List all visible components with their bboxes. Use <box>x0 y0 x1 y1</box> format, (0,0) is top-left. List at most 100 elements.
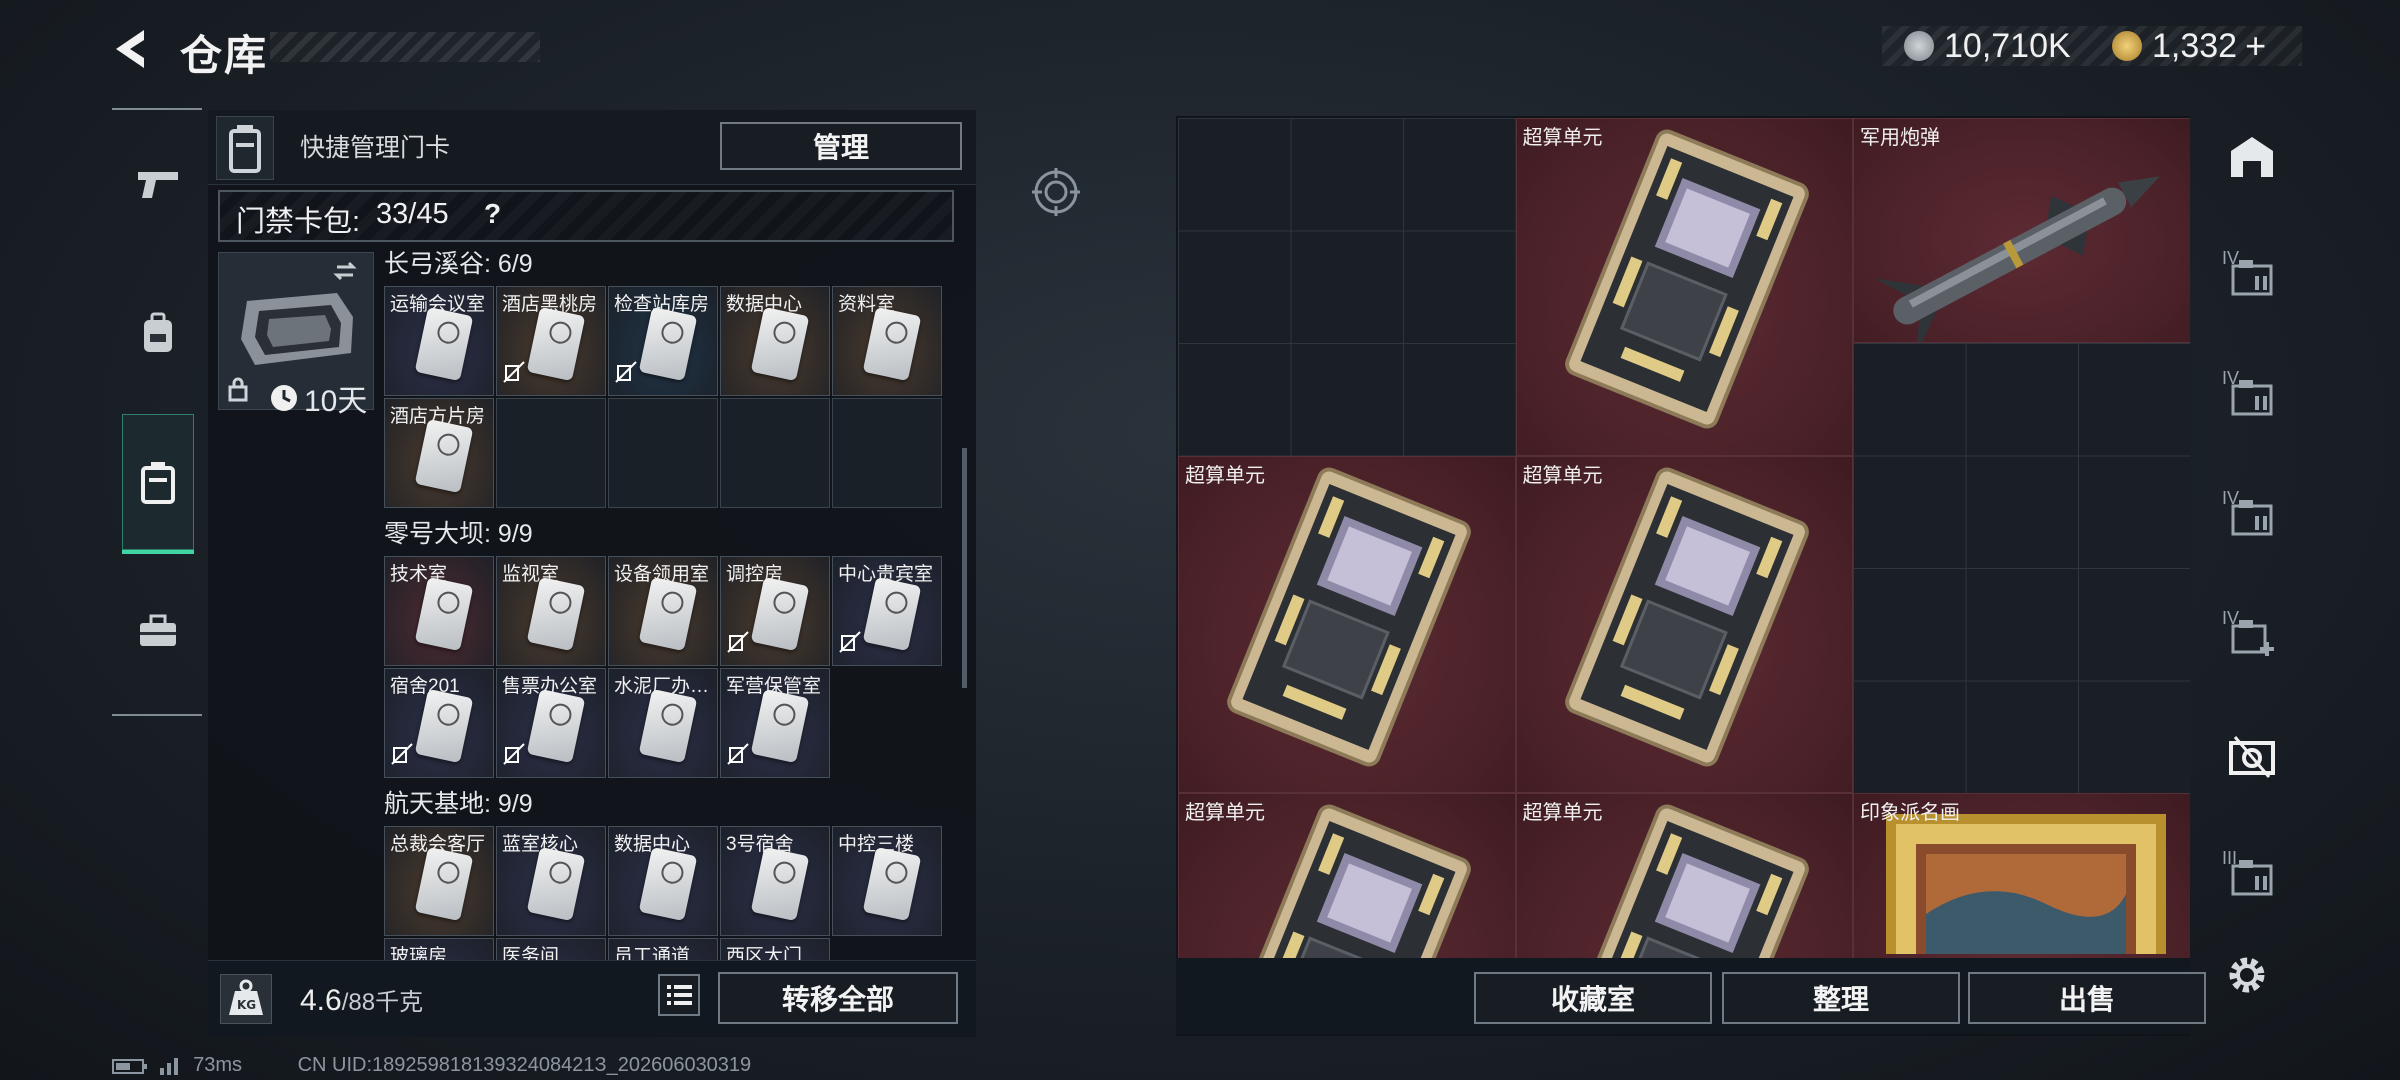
keycard-icon <box>638 576 698 652</box>
keycard-icon <box>526 688 586 764</box>
keycard-slot[interactable]: 中控三楼 <box>832 826 942 936</box>
silver-coin-icon <box>1904 31 1934 61</box>
keycard-container-slot[interactable] <box>216 116 274 180</box>
keycard-slot[interactable]: 中心贵宾室 <box>832 556 942 666</box>
keycard-icon <box>414 846 474 922</box>
tab-level: IV <box>2222 488 2240 508</box>
collection-room-button[interactable]: 收藏室 <box>1474 972 1712 1024</box>
keycard-label: 医务间 <box>502 946 560 960</box>
keycard-slot[interactable]: 检查站库房 <box>608 286 718 396</box>
list-icon <box>658 974 700 1016</box>
status-bar: 73ms CN UID:18925981813932408421З_202606… <box>112 1054 751 1077</box>
empty-keycard-slot[interactable] <box>832 398 942 508</box>
settings-button[interactable] <box>2222 950 2272 1000</box>
keycard-slot[interactable]: 总裁会客厅 <box>384 826 494 936</box>
empty-keycard-slot[interactable] <box>496 398 606 508</box>
keycard-slot[interactable]: 员工通道 <box>608 938 718 960</box>
tab-level: IV <box>2222 368 2240 388</box>
keycard-slot[interactable]: 玻璃房 <box>384 938 494 960</box>
transfer-all-button[interactable]: 转移全部 <box>718 972 958 1024</box>
keycard-slot[interactable]: 医务间 <box>496 938 606 960</box>
keycard-slot[interactable]: 监视室 <box>496 556 606 666</box>
keycard-slot[interactable]: 数据中心 <box>608 826 718 936</box>
keycard-slot[interactable]: 酒店方片房 <box>384 398 494 508</box>
stash-tabs: IV IV IV IV III <box>2212 108 2292 928</box>
weight-icon: KG <box>220 974 272 1024</box>
inspect-button[interactable] <box>1032 168 1080 216</box>
backpack-icon <box>144 312 172 352</box>
stash-tab-2[interactable]: IV <box>2212 228 2292 328</box>
help-button[interactable]: ? <box>484 198 501 230</box>
keycard-holder-icon <box>229 125 261 173</box>
keycard-icon <box>414 306 474 382</box>
stash-item[interactable]: 超算单元 <box>1178 455 1516 793</box>
keycard-slot[interactable]: 技术室 <box>384 556 494 666</box>
empty-keycard-slot[interactable] <box>720 398 830 508</box>
stash-item-label: 超算单元 <box>1185 464 1265 487</box>
keycard-icon <box>414 576 474 652</box>
keycard-holder-icon <box>141 462 175 504</box>
back-arrow-icon <box>116 30 144 68</box>
keycard-icon <box>862 846 922 922</box>
nav-weapons[interactable] <box>122 130 194 240</box>
stash-tab-5[interactable]: IV <box>2212 588 2292 688</box>
keycard-slot[interactable]: 西区大门 <box>720 938 830 960</box>
tab-level: IV <box>2222 248 2240 268</box>
no-transfer-icon <box>839 631 861 659</box>
toolbox-icon <box>140 614 176 646</box>
no-transfer-icon <box>391 743 413 771</box>
house-icon <box>2227 133 2277 184</box>
add-gold-button[interactable]: + <box>2245 25 2266 67</box>
nav-armor[interactable] <box>122 278 194 388</box>
gold-coin-icon <box>2112 31 2142 61</box>
nav-keycards[interactable] <box>122 414 194 554</box>
keycard-slot[interactable]: 酒店黑桃房 <box>496 286 606 396</box>
stash-item[interactable]: 印象派名画 <box>1853 793 2190 958</box>
lock-icon <box>228 376 248 407</box>
keycard-list-scrollbar[interactable] <box>962 448 967 688</box>
no-transfer-icon <box>727 743 749 771</box>
keycard-label: 玻璃房 <box>390 946 448 960</box>
crate-icon <box>2227 733 2277 784</box>
stash-item[interactable]: 超算单元 <box>1515 118 1853 456</box>
stash-item[interactable]: 超算单元 <box>1515 455 1853 793</box>
stash-tab-7[interactable]: III <box>2212 828 2292 928</box>
keycard-slot[interactable]: 3号宿舍 <box>720 826 830 936</box>
region-header: 航天基地: 9/9 <box>384 790 533 818</box>
stash-tab-6[interactable] <box>2212 708 2292 808</box>
keycard-icon <box>750 576 810 652</box>
stash-item[interactable]: 军用炮弹 <box>1853 118 2190 343</box>
stash-tab-4[interactable]: IV <box>2212 468 2292 568</box>
sort-button[interactable]: 整理 <box>1722 972 1960 1024</box>
keycard-slot[interactable]: 数据中心 <box>720 286 830 396</box>
keycard-icon <box>638 846 698 922</box>
sell-button[interactable]: 出售 <box>1968 972 2206 1024</box>
stash-tab-1[interactable] <box>2212 108 2292 208</box>
stash-item-label: 超算单元 <box>1522 127 1603 149</box>
keycard-slot[interactable]: 调控房 <box>720 556 830 666</box>
stash-item[interactable]: 超算单元 <box>1515 793 1853 958</box>
keycard-slot[interactable]: 宿舍201 <box>384 668 494 778</box>
keycard-slot[interactable]: 水泥厂办… <box>608 668 718 778</box>
keycard-pack-count: 33/45 <box>376 198 449 230</box>
stash-item[interactable]: 超算单元 <box>1178 793 1516 958</box>
weight-current: 4.6 <box>300 984 342 1017</box>
gold-amount: 1,332 <box>2152 26 2238 65</box>
manage-button[interactable]: 管理 <box>720 122 962 170</box>
nav-tools[interactable] <box>122 576 194 686</box>
stash-item-label: 超算单元 <box>1522 802 1603 824</box>
keycard-slot[interactable]: 运输会议室 <box>384 286 494 396</box>
keycard-icon <box>750 306 810 382</box>
keycard-slot[interactable]: 蓝室核心 <box>496 826 606 936</box>
list-view-button[interactable] <box>658 974 700 1016</box>
empty-keycard-slot[interactable] <box>608 398 718 508</box>
keycard-slot[interactable]: 资料室 <box>832 286 942 396</box>
no-transfer-icon <box>503 361 525 389</box>
stash-tab-3[interactable]: IV <box>2212 348 2292 448</box>
back-button[interactable] <box>108 26 154 72</box>
keycard-slot[interactable]: 售票办公室 <box>496 668 606 778</box>
keycard-slot[interactable]: 设备领用室 <box>608 556 718 666</box>
keycard-icon <box>638 688 698 764</box>
keycard-icon <box>414 418 474 494</box>
keycard-slot[interactable]: 军营保管室 <box>720 668 830 778</box>
